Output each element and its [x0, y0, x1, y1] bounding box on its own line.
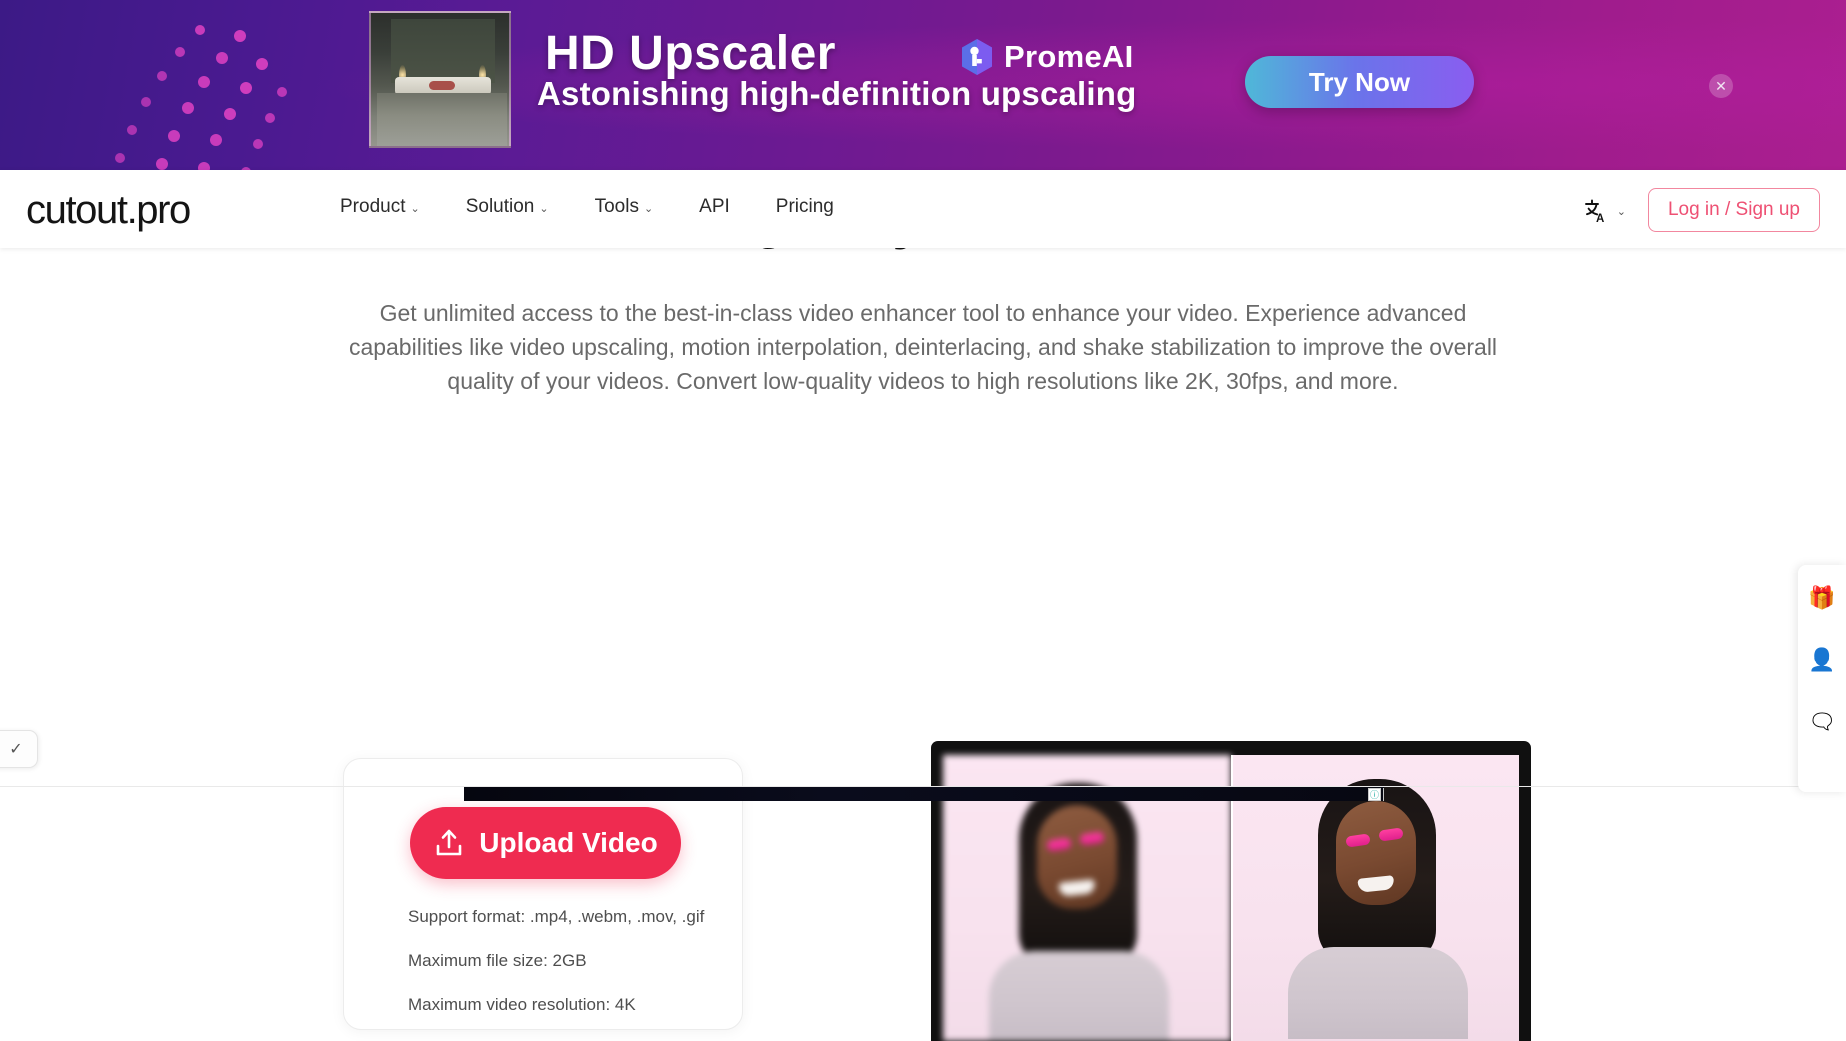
hero-description: Get unlimited access to the best-in-clas…: [323, 296, 1523, 398]
navbar-right-controls: A ⌄ Log in / Sign up: [1583, 188, 1820, 232]
ad-choices-badges: ⓘ ⓘ: [1368, 788, 1384, 801]
nav-item-pricing[interactable]: Pricing: [776, 196, 834, 218]
nav-item-product[interactable]: Product ⌄: [340, 196, 420, 218]
chevron-down-icon: ⌄: [644, 202, 653, 215]
max-file-size-note: Maximum file size: 2GB: [408, 951, 704, 971]
face-support-icon[interactable]: 👤: [1808, 649, 1835, 671]
ad-try-now-button[interactable]: Try Now: [1245, 56, 1474, 108]
decorative-dot-pattern: [0, 0, 290, 170]
nav-item-tools[interactable]: Tools ⌄: [595, 196, 654, 218]
nav-label: API: [699, 196, 730, 218]
site-logo[interactable]: cutout.pro: [26, 188, 190, 233]
ad-bedroom-thumbnail: [369, 11, 511, 148]
ad-info-icon[interactable]: ⓘ: [1368, 788, 1381, 801]
navbar: cutout.pro Product ⌄ Solution ⌄ Tools ⌄ …: [0, 170, 1846, 248]
promeai-logo-icon: [960, 38, 994, 76]
upload-icon: [433, 827, 465, 859]
cookie-accept-tab[interactable]: ✓: [0, 730, 38, 768]
nav-item-solution[interactable]: Solution ⌄: [466, 196, 549, 218]
gift-icon[interactable]: 🎁: [1808, 587, 1835, 609]
ad-choices-icon[interactable]: ⓘ: [1383, 788, 1384, 801]
support-format-note: Support format: .mp4, .webm, .mov, .gif: [408, 907, 704, 927]
upload-video-label: Upload Video: [479, 827, 657, 859]
floating-action-rail: 🎁 👤 🗨: [1798, 565, 1846, 792]
nav-item-api[interactable]: API: [699, 196, 730, 218]
svg-text:A: A: [1596, 213, 1604, 224]
chevron-down-icon: ⌄: [410, 202, 419, 215]
language-selector[interactable]: A ⌄: [1583, 196, 1626, 224]
nav-label: Product: [340, 196, 405, 218]
nav-label: Pricing: [776, 196, 834, 218]
chevron-down-icon: ⌄: [539, 202, 548, 215]
ad-brand-name: PromeAI: [1004, 39, 1134, 75]
login-signup-button[interactable]: Log in / Sign up: [1648, 188, 1820, 232]
upload-video-button[interactable]: Upload Video: [410, 807, 681, 879]
feedback-icon[interactable]: 🗨: [1808, 711, 1836, 733]
close-icon[interactable]: ✕: [1709, 74, 1733, 98]
ad-headline: HD Upscaler: [545, 26, 836, 81]
bottom-ad-strip[interactable]: ⓘ ⓘ: [464, 787, 1384, 801]
ad-subheadline: Astonishing high-definition upscaling: [537, 75, 1137, 113]
nav-label: Tools: [595, 196, 639, 218]
main-navigation: Product ⌄ Solution ⌄ Tools ⌄ API Pricing: [340, 196, 834, 218]
translate-icon: A: [1583, 196, 1611, 224]
ad-brand: PromeAI: [960, 38, 1134, 76]
nav-label: Solution: [466, 196, 535, 218]
chevron-down-icon: ⌄: [1617, 205, 1626, 218]
upload-constraints: Support format: .mp4, .webm, .mov, .gif …: [408, 907, 704, 1015]
top-ad-banner[interactable]: HD Upscaler Astonishing high-definition …: [0, 0, 1846, 170]
max-resolution-note: Maximum video resolution: 4K: [408, 995, 704, 1015]
